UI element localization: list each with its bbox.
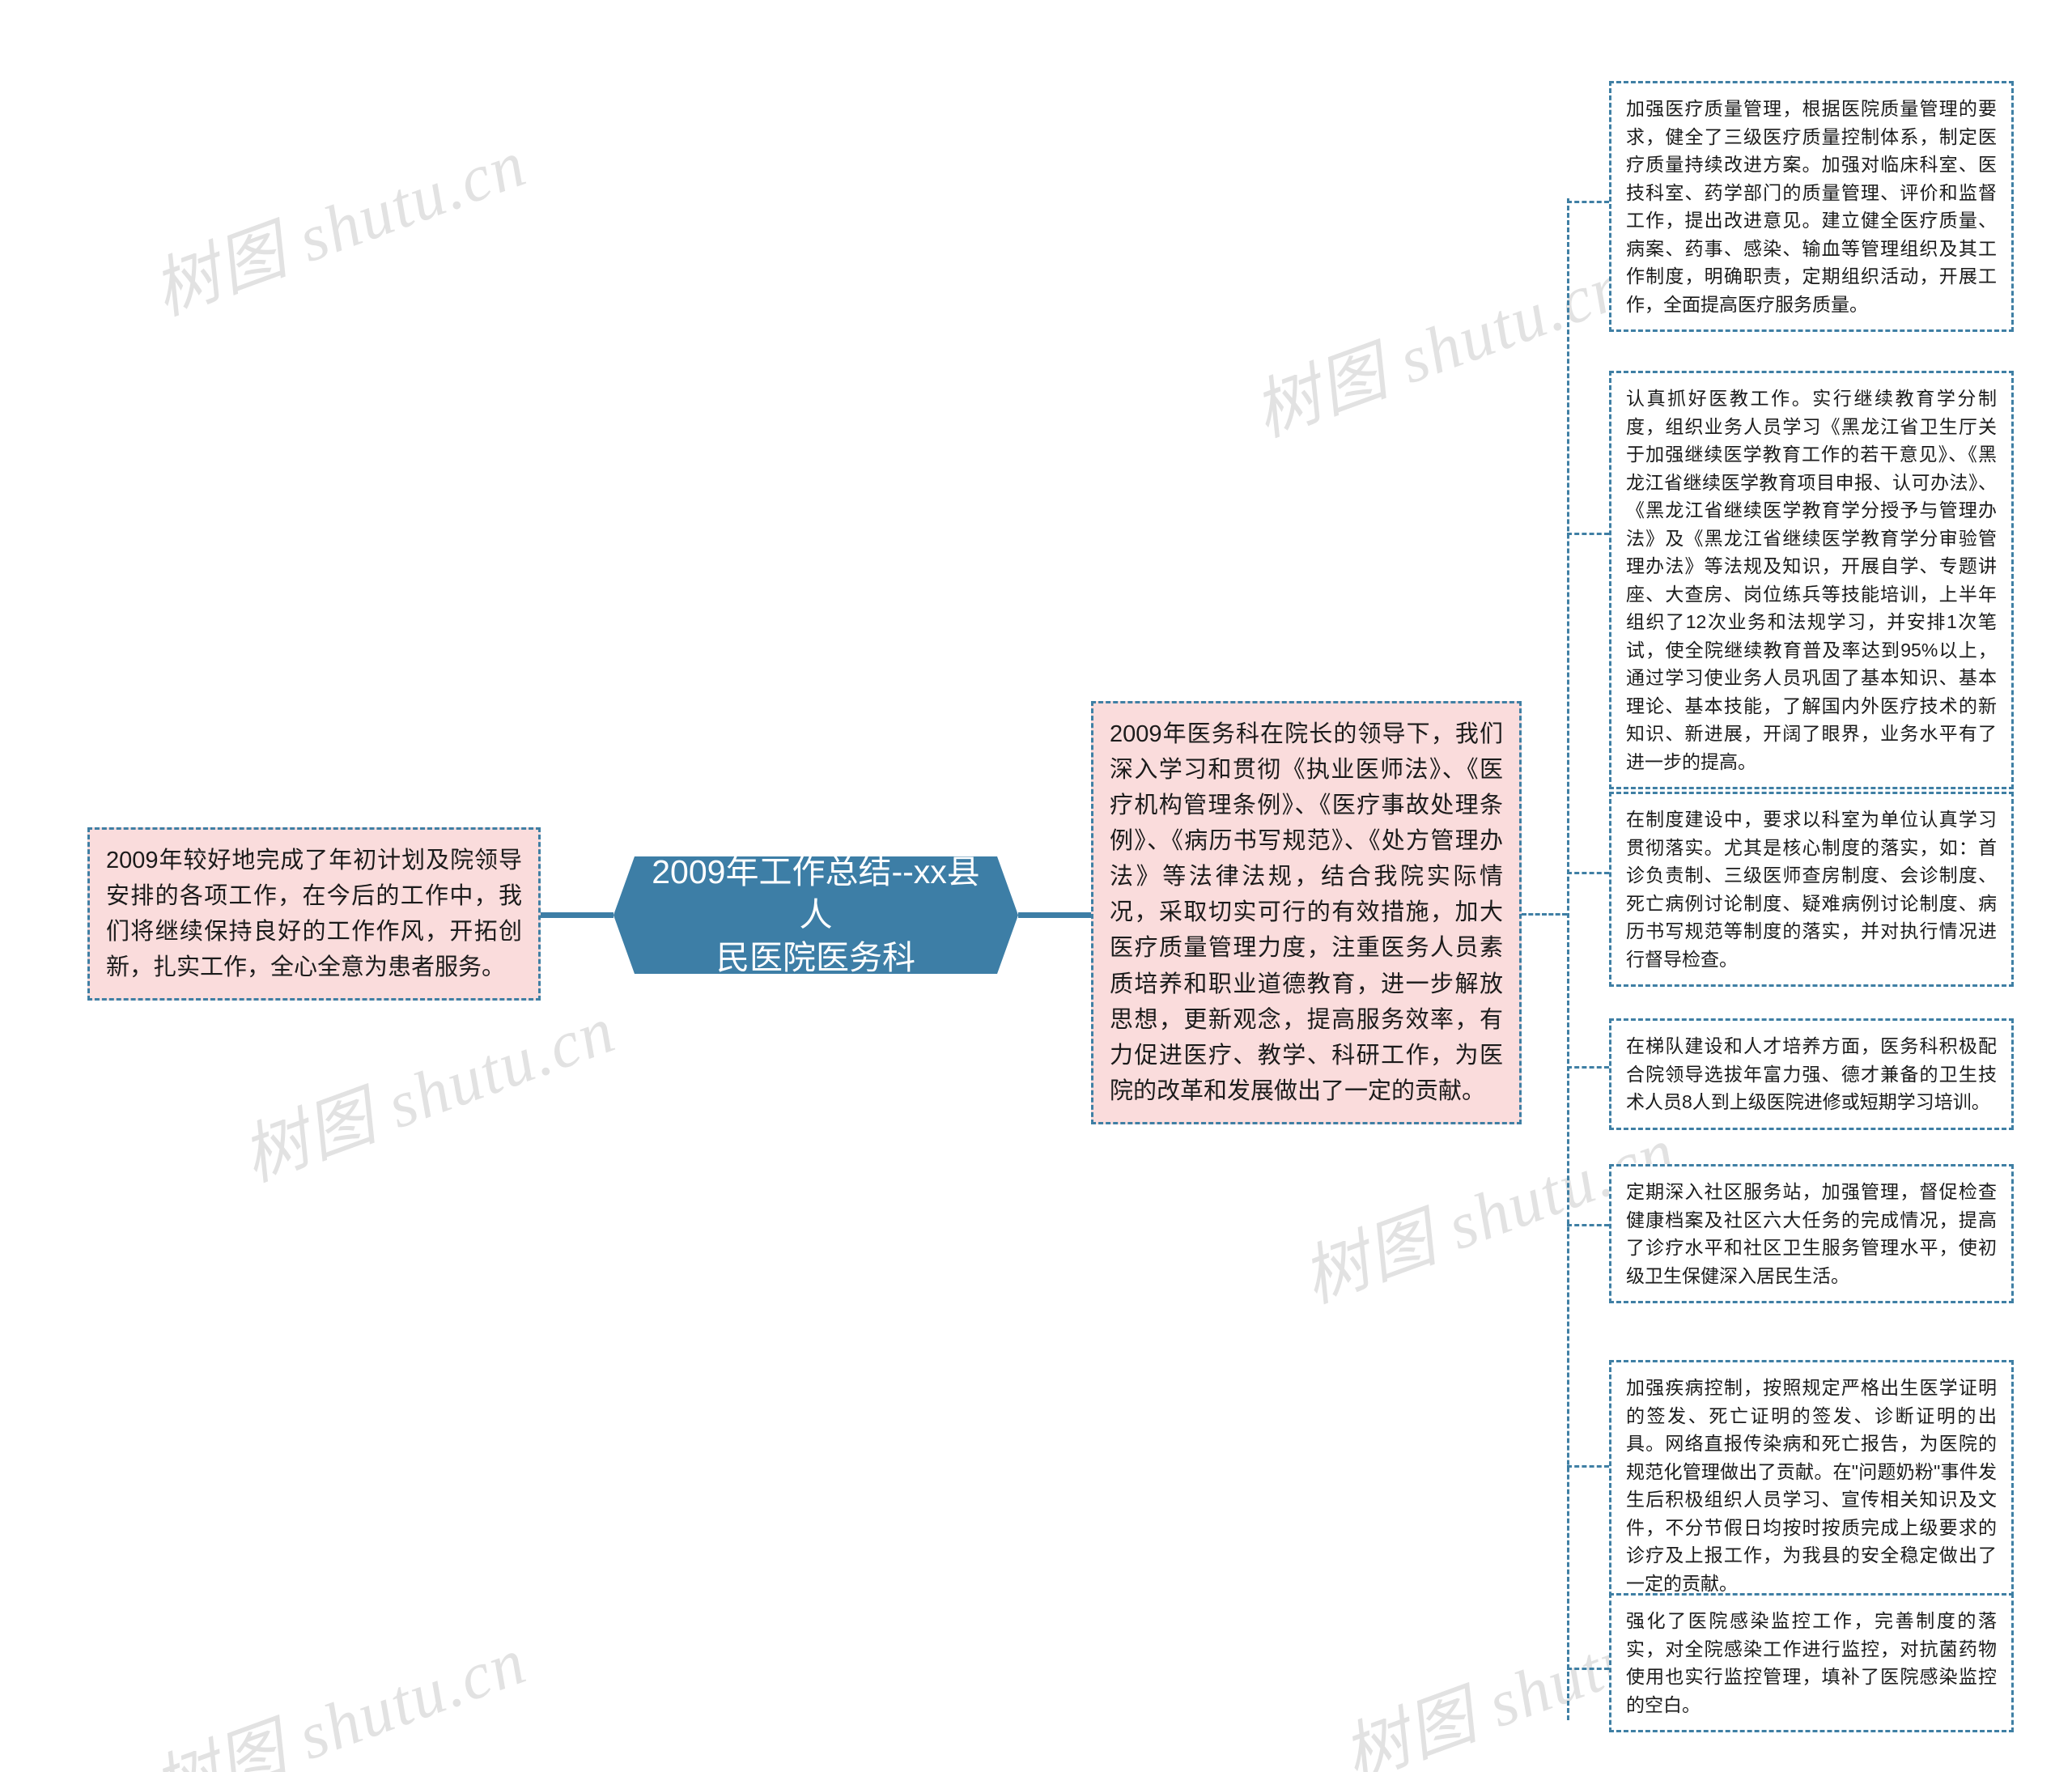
mindmap-canvas: 树图 shutu.cn 树图 shutu.cn 树图 shutu.cn 树图 s… [0, 0, 2072, 1772]
node-leaf-4[interactable]: 在梯队建设和人才培养方面，医务科积极配合院领导选拔年富力强、德才兼备的卫生技术人… [1609, 1018, 2014, 1130]
center-title-line1: 2009年工作总结--xx县人 [652, 852, 980, 933]
node-leaf-4-text: 在梯队建设和人才培养方面，医务科积极配合院领导选拔年富力强、德才兼备的卫生技术人… [1626, 1035, 1997, 1112]
node-leaf-2[interactable]: 认真抓好医教工作。实行继续教育学分制度，组织业务人员学习《黑龙江省卫生厅关于加强… [1609, 371, 2014, 789]
center-title-lines: 2009年工作总结--xx县人 民医院医务科 [651, 852, 981, 977]
node-center-title[interactable]: 2009年工作总结--xx县人 民医院医务科 [614, 856, 1018, 974]
node-leaf-1[interactable]: 加强医疗质量管理，根据医院质量管理的要求，健全了三级医疗质量控制体系，制定医疗质… [1609, 81, 2014, 332]
node-leaf-2-text: 认真抓好医教工作。实行继续教育学分制度，组织业务人员学习《黑龙江省卫生厅关于加强… [1626, 388, 1997, 772]
node-left-branch-text: 2009年较好地完成了年初计划及院领导安排的各项工作，在今后的工作中，我们将继续… [106, 848, 522, 981]
node-right-branch-text: 2009年医务科在院长的领导下，我们深入学习和贯彻《执业医师法》、《医疗机构管理… [1110, 721, 1503, 1104]
center-title-line2: 民医院医务科 [716, 939, 915, 977]
node-leaf-3-text: 在制度建设中，要求以科室为单位认真学习贯彻落实。尤其是核心制度的落实，如：首诊负… [1626, 809, 1997, 970]
node-leaf-1-text: 加强医疗质量管理，根据医院质量管理的要求，健全了三级医疗质量控制体系，制定医疗质… [1626, 98, 1997, 315]
node-leaf-5[interactable]: 定期深入社区服务站，加强管理，督促检查健康档案及社区六大任务的完成情况，提高了诊… [1609, 1164, 2014, 1303]
node-leaf-7[interactable]: 强化了医院感染监控工作，完善制度的落实，对全院感染工作进行监控，对抗菌药物使用也… [1609, 1593, 2014, 1732]
node-left-branch[interactable]: 2009年较好地完成了年初计划及院领导安排的各项工作，在今后的工作中，我们将继续… [87, 827, 541, 1001]
node-leaf-3[interactable]: 在制度建设中，要求以科室为单位认真学习贯彻落实。尤其是核心制度的落实，如：首诊负… [1609, 792, 2014, 987]
node-right-branch[interactable]: 2009年医务科在院长的领导下，我们深入学习和贯彻《执业医师法》、《医疗机构管理… [1091, 701, 1522, 1124]
node-leaf-7-text: 强化了医院感染监控工作，完善制度的落实，对全院感染工作进行监控，对抗菌药物使用也… [1626, 1610, 1997, 1715]
node-leaf-5-text: 定期深入社区服务站，加强管理，督促检查健康档案及社区六大任务的完成情况，提高了诊… [1626, 1181, 1997, 1286]
node-leaf-6-text: 加强疾病控制，按照规定严格出生医学证明的签发、死亡证明的签发、诊断证明的出具。网… [1626, 1377, 1997, 1594]
node-layer: 2009年较好地完成了年初计划及院领导安排的各项工作，在今后的工作中，我们将继续… [0, 0, 2072, 1772]
node-leaf-6[interactable]: 加强疾病控制，按照规定严格出生医学证明的签发、死亡证明的签发、诊断证明的出具。网… [1609, 1360, 2014, 1611]
